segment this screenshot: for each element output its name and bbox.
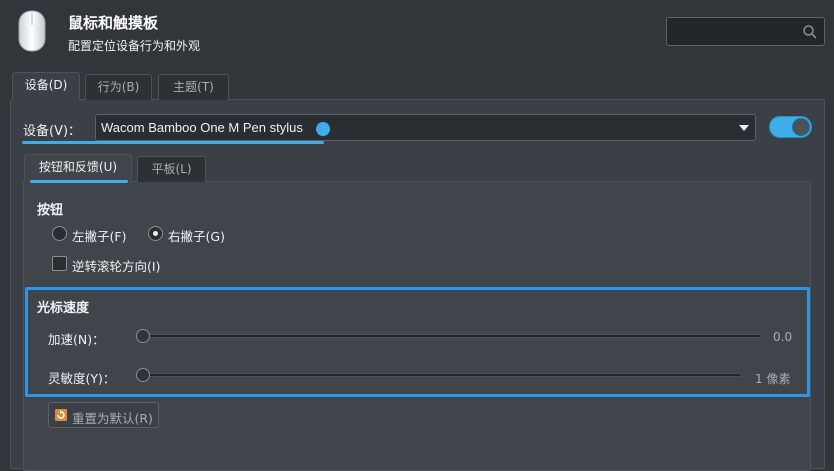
focus-indicator <box>22 141 324 144</box>
active-tab-indicator <box>30 180 128 183</box>
acceleration-label: 加速(N)： <box>48 332 105 347</box>
buttons-heading: 按钮 <box>37 203 64 218</box>
sensitivity-value: 1 像素 <box>755 372 791 386</box>
sensitivity-slider[interactable] <box>140 373 742 377</box>
sensitivity-label: 灵敏度(Y)： <box>48 371 116 386</box>
mouse-icon <box>17 9 47 53</box>
page-subtitle: 配置定位设备行为和外观 <box>68 39 201 53</box>
right-handed-label[interactable]: 右撇子(G) <box>168 226 225 245</box>
search-icon <box>802 24 818 40</box>
left-handed-radio[interactable] <box>52 226 67 241</box>
sensitivity-slider-handle[interactable] <box>136 368 150 382</box>
device-label: 设备(V)： <box>23 124 82 139</box>
reset-defaults-button[interactable]: 重置为默认(R) <box>48 402 159 428</box>
right-handed-radio[interactable] <box>148 226 163 241</box>
focus-handle-icon <box>316 122 330 136</box>
toggle-knob <box>792 118 810 136</box>
tab-device[interactable]: 设备(D) <box>12 72 80 100</box>
tab-buttons-feedback[interactable]: 按钮和反馈(U) <box>24 154 132 182</box>
reverse-scroll-checkbox[interactable] <box>52 256 67 271</box>
acceleration-value: 0.0 <box>773 330 793 344</box>
tab-tablet[interactable]: 平板(L) <box>137 156 206 182</box>
device-enable-toggle[interactable] <box>769 116 812 138</box>
device-select[interactable]: Wacom Bamboo One M Pen stylus <box>95 114 756 141</box>
chevron-down-icon <box>739 125 749 131</box>
left-handed-label[interactable]: 左撇子(F) <box>72 226 126 245</box>
acceleration-slider[interactable] <box>140 334 762 338</box>
reset-icon <box>54 408 68 422</box>
reverse-scroll-label[interactable]: 逆转滚轮方向(I) <box>72 256 160 275</box>
pointer-speed-heading: 光标速度 <box>37 301 90 316</box>
acceleration-slider-handle[interactable] <box>136 329 150 343</box>
page-title: 鼠标和触摸板 <box>68 14 159 32</box>
reset-label: 重置为默认(R) <box>72 411 153 426</box>
tab-behavior[interactable]: 行为(B) <box>85 74 152 100</box>
search-input[interactable] <box>666 17 825 46</box>
tab-theme[interactable]: 主题(T) <box>158 74 229 100</box>
device-select-value: Wacom Bamboo One M Pen stylus <box>101 120 303 135</box>
